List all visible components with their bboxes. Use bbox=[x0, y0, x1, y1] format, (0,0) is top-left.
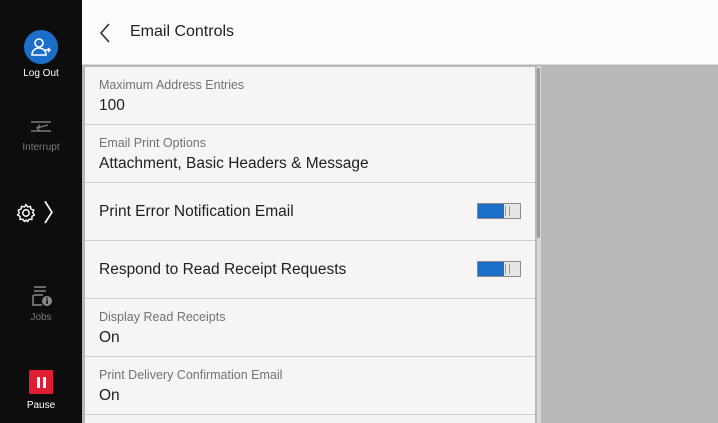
pause-label: Pause bbox=[26, 400, 56, 411]
setting-label: Print Delivery Confirmation Email bbox=[99, 368, 283, 382]
back-button[interactable] bbox=[94, 19, 118, 47]
toggle-switch[interactable] bbox=[477, 261, 521, 277]
right-panel bbox=[541, 66, 718, 423]
settings-list: Maximum Address Entries 100 Email Print … bbox=[85, 67, 535, 423]
interrupt-button[interactable]: Interrupt bbox=[0, 116, 82, 153]
setting-label: Email Print Options bbox=[99, 136, 206, 150]
setting-value: 100 bbox=[99, 97, 125, 114]
user-icon bbox=[24, 30, 58, 64]
jobs-label: Jobs bbox=[30, 312, 52, 323]
chevron-right-icon: 〉 bbox=[43, 199, 67, 227]
jobs-icon bbox=[32, 286, 52, 306]
interrupt-label: Interrupt bbox=[22, 142, 60, 153]
setting-value: Attachment, Basic Headers & Message bbox=[99, 155, 369, 172]
toggle-switch[interactable] bbox=[477, 203, 521, 219]
setting-label: Display Read Receipts bbox=[99, 310, 226, 324]
setting-respond-read-receipt[interactable]: Respond to Read Receipt Requests bbox=[85, 241, 535, 299]
jobs-button[interactable]: Jobs bbox=[0, 284, 82, 323]
setting-title: Respond to Read Receipt Requests bbox=[99, 261, 347, 278]
pause-button[interactable]: Pause bbox=[0, 370, 82, 411]
setting-print-error-notification[interactable]: Print Error Notification Email bbox=[85, 183, 535, 241]
gear-icon bbox=[16, 203, 36, 223]
pause-icon bbox=[29, 370, 53, 394]
scrollbar-thumb[interactable] bbox=[537, 68, 540, 238]
setting-print-delivery-confirmation[interactable]: Print Delivery Confirmation Email On bbox=[85, 357, 535, 415]
setting-max-address-entries[interactable]: Maximum Address Entries 100 bbox=[85, 67, 535, 125]
setting-display-read-receipts[interactable]: Display Read Receipts On bbox=[85, 299, 535, 357]
setting-title: Print Error Notification Email bbox=[99, 203, 294, 220]
logout-button[interactable]: Log Out bbox=[0, 30, 82, 79]
header: Email Controls bbox=[82, 0, 718, 65]
settings-button[interactable]: 〉 bbox=[0, 198, 82, 228]
setting-value: On bbox=[99, 329, 120, 346]
setting-value: On bbox=[99, 387, 120, 404]
chevron-left-icon bbox=[99, 23, 110, 43]
logout-label: Log Out bbox=[23, 68, 59, 79]
setting-label: Maximum Address Entries bbox=[99, 78, 245, 92]
sidebar: Log Out Interrupt 〉 Jobs Pause bbox=[0, 0, 82, 423]
setting-email-print-options[interactable]: Email Print Options Attachment, Basic He… bbox=[85, 125, 535, 183]
interrupt-icon bbox=[31, 121, 51, 132]
page-title: Email Controls bbox=[130, 23, 235, 40]
